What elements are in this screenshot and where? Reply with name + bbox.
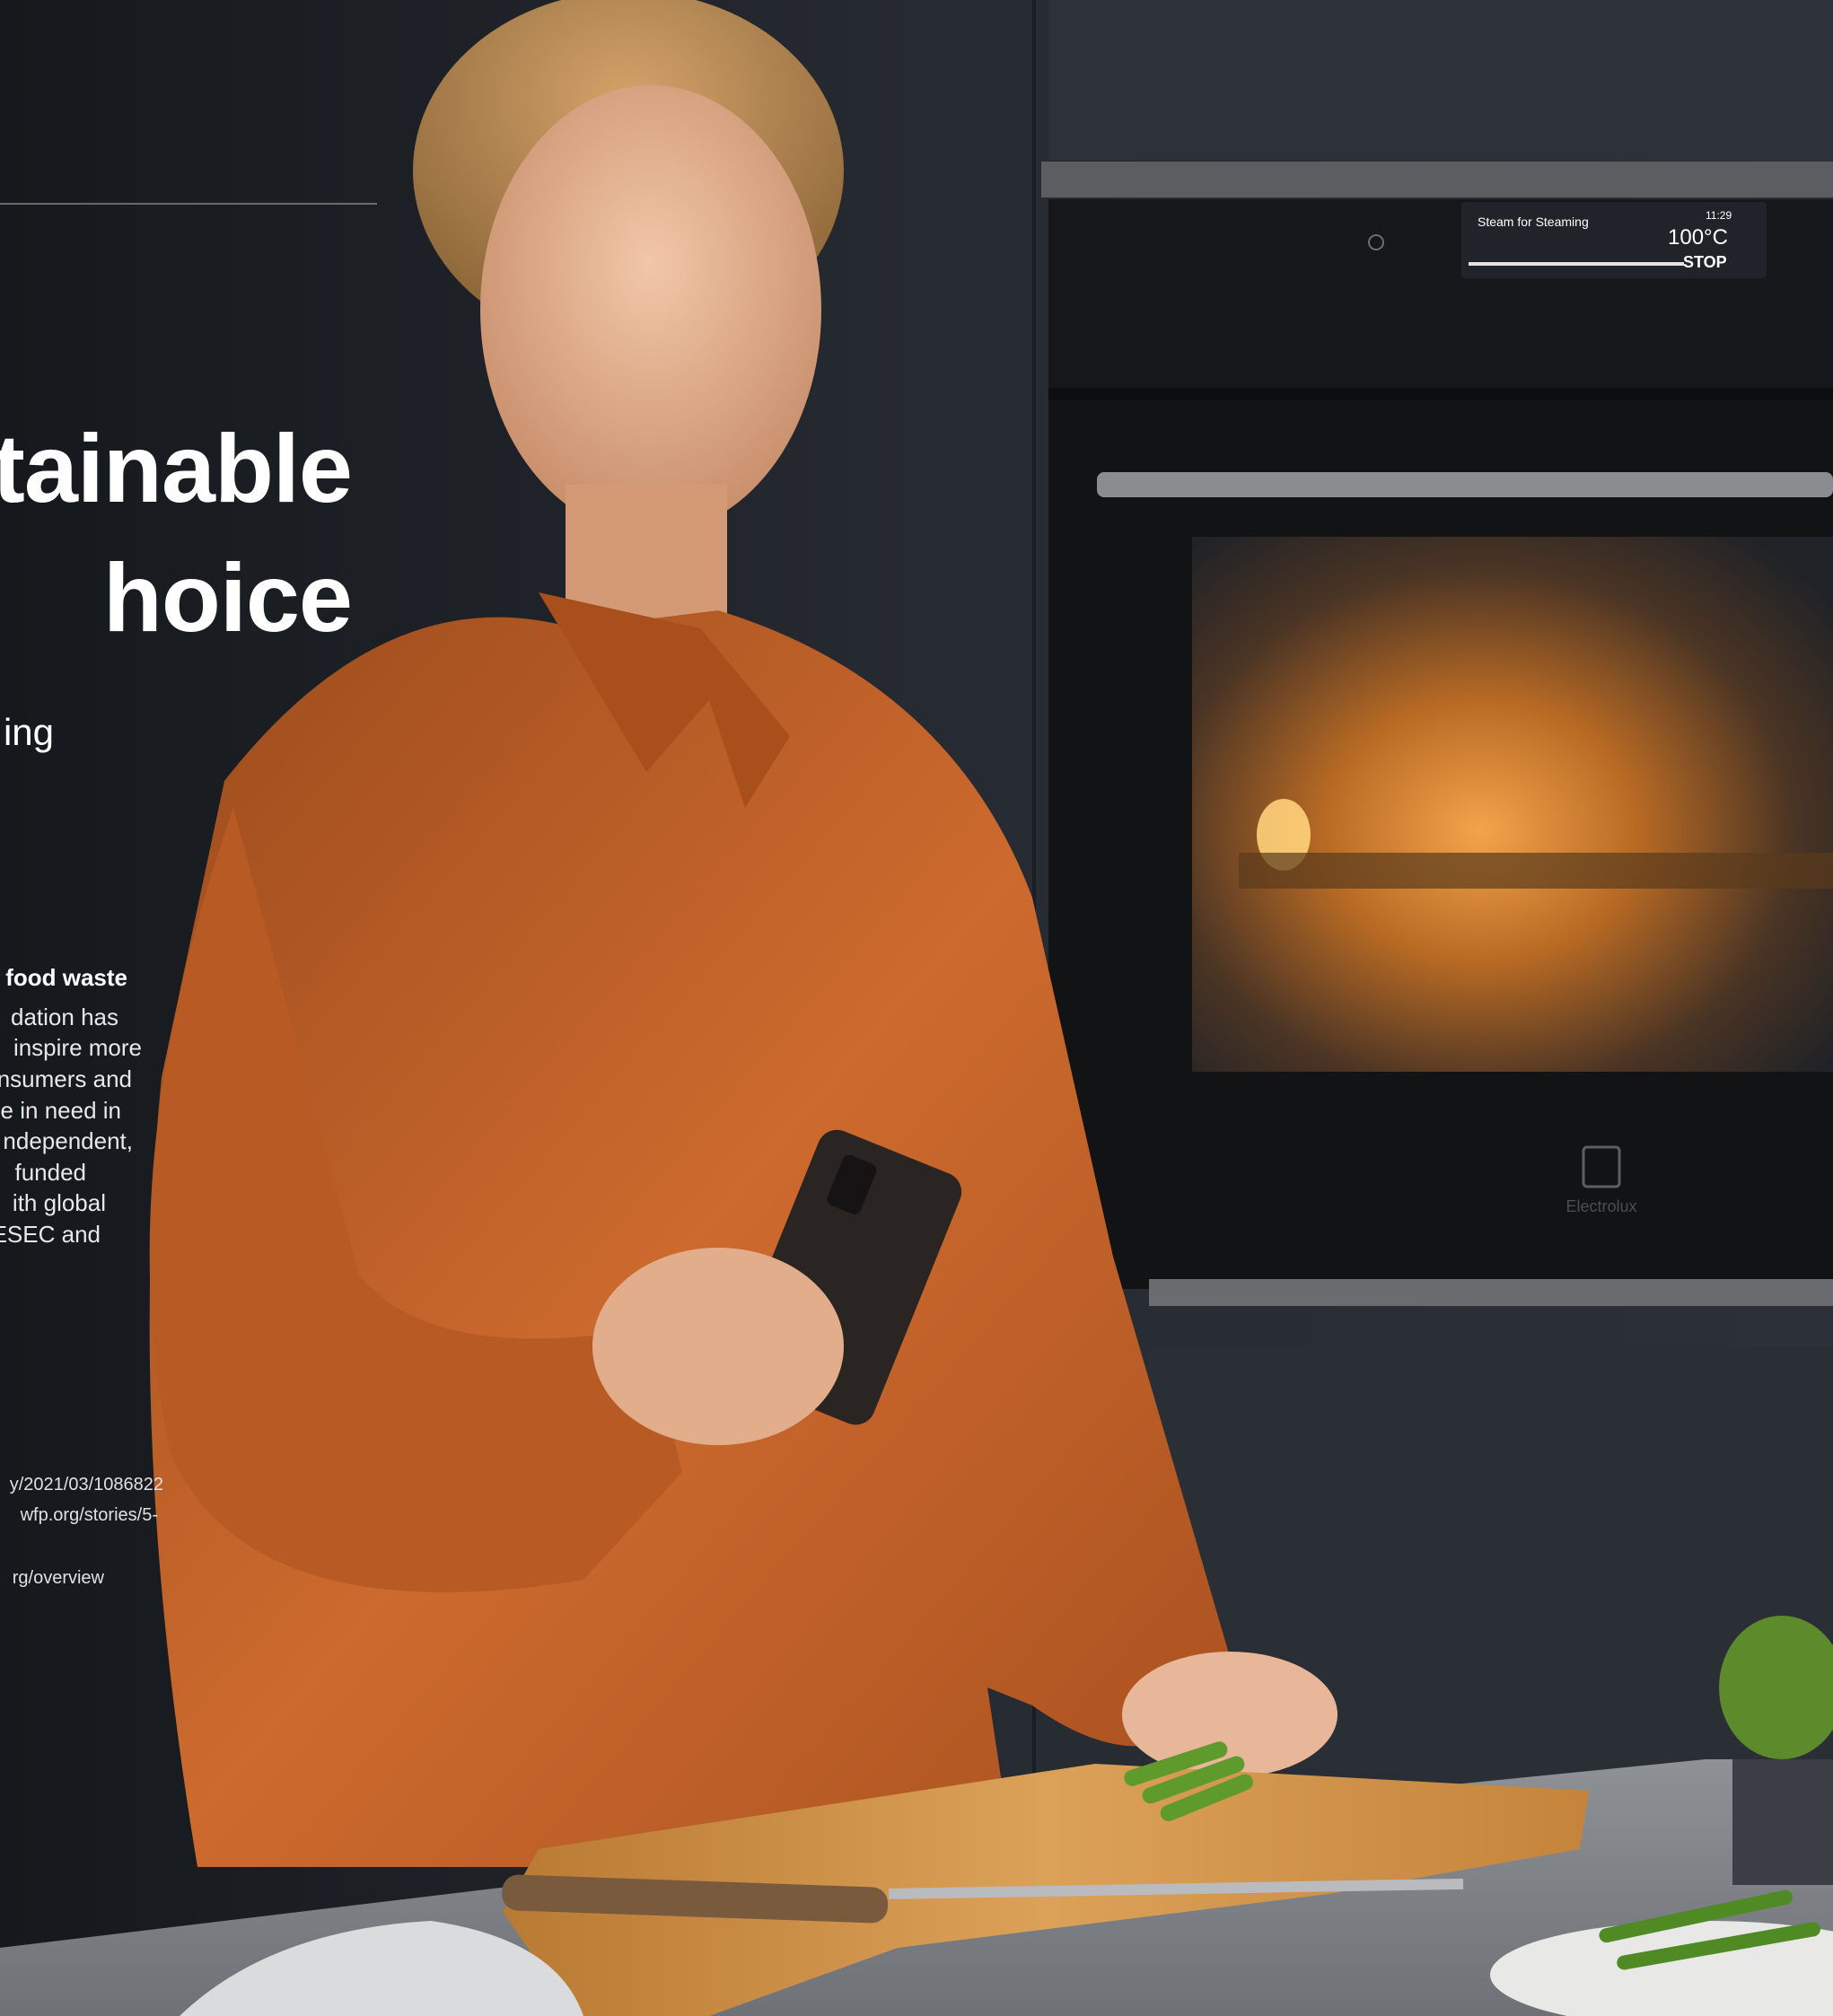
headline-line-1: tainable [0, 414, 353, 522]
reference-link[interactable]: rg/overview [13, 1568, 104, 1589]
oven-time-text: 11:29 [1706, 209, 1732, 222]
body-line: e in need in [0, 1097, 121, 1124]
reference-link[interactable]: wfp.org/stories/5- [21, 1505, 158, 1526]
reference-link[interactable]: y/2021/03/1086822 [10, 1475, 163, 1495]
left-text-column: tainable hoice ing food waste dation has… [0, 0, 377, 2016]
oven-temperature-text: 100°C [1668, 225, 1728, 250]
oven-program-text: Steam for Steaming [1478, 215, 1589, 229]
body-line: ith global [12, 1189, 106, 1216]
body-line: dation has [11, 1004, 118, 1030]
body-line: funded [14, 1159, 86, 1186]
brand-name: Electrolux [1566, 1197, 1636, 1215]
subheading: ing [3, 711, 54, 753]
body-line: inspire more [13, 1034, 142, 1061]
body-heading: food waste [5, 964, 127, 991]
body-line: nsumers and [0, 1065, 132, 1092]
body-line: ESEC and [0, 1221, 101, 1248]
oven-stop-button[interactable]: STOP [1683, 253, 1727, 271]
body-line: ndependent, [3, 1127, 133, 1154]
scene: Steam for Steaming 11:29 100°C STOP Elec… [0, 0, 1833, 2016]
headline-line-2: hoice [102, 543, 353, 652]
plant-pot [1732, 1759, 1833, 1885]
divider-rule [0, 203, 377, 205]
